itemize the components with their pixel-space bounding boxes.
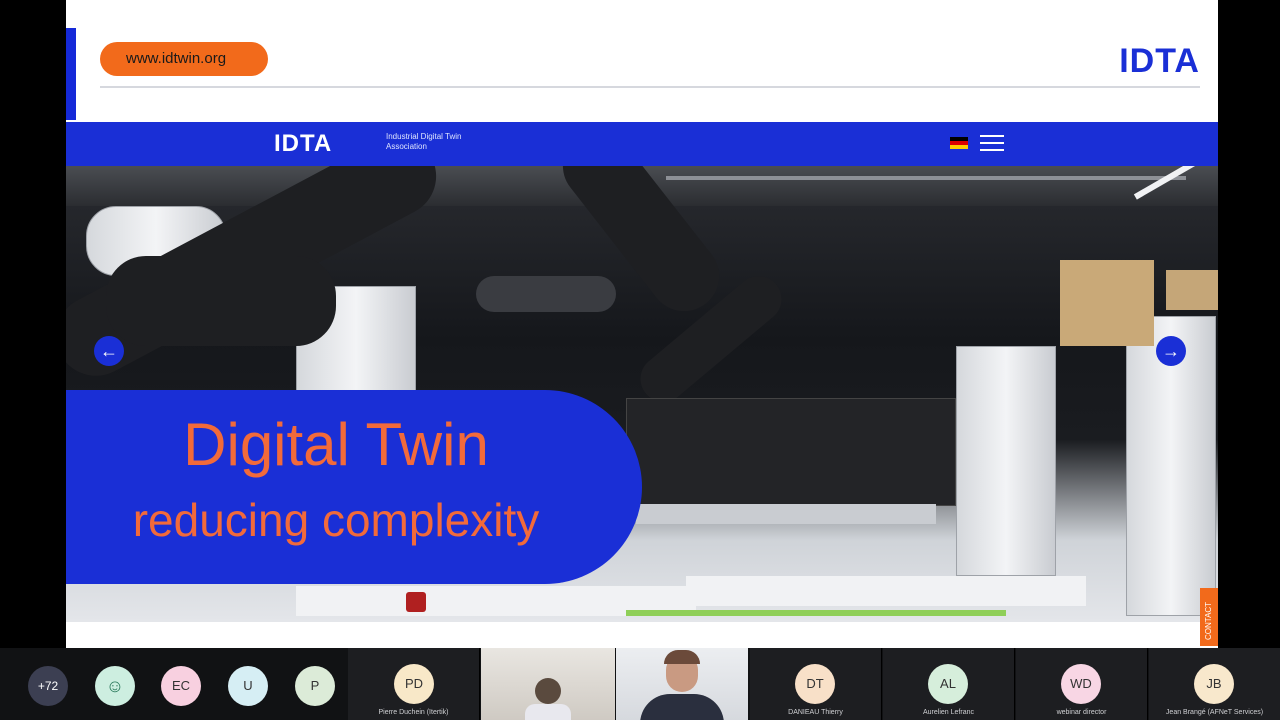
participant-video[interactable]	[481, 648, 615, 720]
participant-strip: +72 ☺ EC U P PD Pierre Duchein (Itertik)…	[0, 648, 1280, 720]
slide-accent-bar	[66, 28, 76, 120]
conveyor-rail	[636, 504, 936, 524]
participant-name: webinar director	[1056, 709, 1107, 716]
floor-panel	[686, 576, 1086, 606]
gripper-unit	[626, 398, 956, 506]
participant-tile[interactable]: WD webinar director	[1016, 648, 1148, 720]
floor-strip	[626, 610, 1006, 616]
participant-avatar: WD	[1061, 664, 1101, 704]
participant-name: Aurelien Lefranc	[923, 709, 974, 716]
url-badge: www.idtwin.org	[100, 42, 268, 76]
participant-name: Pierre Duchein (Itertik)	[378, 709, 449, 716]
hero-banner: Digital Twin reducing complexity ← →	[66, 166, 1218, 622]
participant-name: DANIEAU Thierry	[788, 709, 843, 716]
header-divider	[100, 86, 1200, 88]
participant-tile[interactable]: AL Aurelien Lefranc	[883, 648, 1015, 720]
background-rack	[956, 346, 1056, 576]
cardboard-box	[1060, 260, 1154, 346]
participant-avatar[interactable]: P	[295, 666, 335, 706]
participant-avatar: AL	[928, 664, 968, 704]
robot-arm	[106, 256, 336, 346]
nav-logo[interactable]: IDTA	[274, 130, 332, 158]
participant-name: Jean Brangé (AFNeT Services)	[1165, 709, 1264, 716]
meeting-window: www.idtwin.org IDTA IDTA Industrial Digi…	[0, 0, 1280, 720]
more-participants-button[interactable]: +72	[28, 666, 68, 706]
participant-avatar[interactable]: EC	[161, 666, 201, 706]
german-flag-icon[interactable]	[950, 137, 968, 149]
hero-subtitle: reducing complexity	[132, 494, 540, 546]
carousel-prev-button[interactable]: ←	[94, 336, 124, 366]
participant-avatar: PD	[394, 664, 434, 704]
idta-logo: IDTA	[1119, 42, 1200, 80]
contact-tab[interactable]: CONTACT	[1200, 588, 1218, 646]
website-navbar: IDTA Industrial Digital Twin Association	[66, 122, 1218, 166]
participant-tile[interactable]: DT DANIEAU Thierry	[750, 648, 882, 720]
hero-title: Digital Twin	[183, 411, 489, 478]
carousel-next-button[interactable]: →	[1156, 336, 1186, 366]
person-hair	[664, 650, 700, 664]
person-body	[525, 704, 571, 720]
participant-avatar[interactable]: U	[228, 666, 268, 706]
participant-avatar[interactable]: ☺	[95, 666, 135, 706]
participant-tile[interactable]: PD Pierre Duchein (Itertik)	[348, 648, 480, 720]
ceiling-beam	[666, 176, 1186, 180]
nav-tagline: Industrial Digital Twin Association	[386, 132, 462, 151]
active-speaker-video[interactable]	[616, 648, 748, 720]
participant-avatar: DT	[795, 664, 835, 704]
red-sensor	[406, 592, 426, 612]
hamburger-menu-icon[interactable]	[980, 135, 1004, 151]
person-body	[640, 694, 724, 720]
robot-arm-background	[476, 276, 616, 312]
shared-slide: www.idtwin.org IDTA IDTA Industrial Digi…	[66, 0, 1218, 648]
cardboard-box	[1166, 270, 1218, 310]
contact-label: CONTACT	[1204, 601, 1213, 640]
participant-tile[interactable]: JB Jean Brangé (AFNeT Services)	[1149, 648, 1280, 720]
participant-avatar: JB	[1194, 664, 1234, 704]
person-silhouette	[535, 678, 561, 704]
